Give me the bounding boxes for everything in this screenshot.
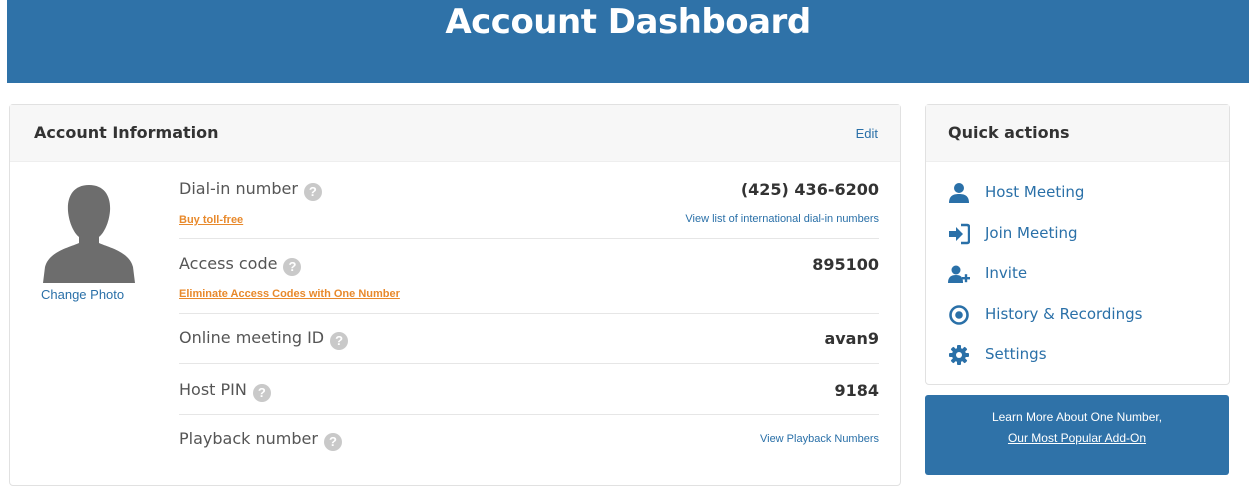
- page-title: Account Dashboard: [445, 2, 811, 42]
- host-pin-label: Host PIN?: [179, 380, 271, 402]
- online-meeting-id-label: Online meeting ID?: [179, 328, 349, 350]
- international-dial-in-link[interactable]: View list of international dial-in numbe…: [685, 213, 879, 225]
- add-user-icon: [948, 265, 970, 283]
- account-panel-header: Account Information Edit: [10, 105, 900, 162]
- help-icon[interactable]: ?: [330, 332, 349, 350]
- invite-action[interactable]: Invite: [948, 261, 1218, 287]
- join-meeting-action[interactable]: Join Meeting: [948, 221, 1218, 247]
- header-banner: Account Dashboard: [7, 0, 1249, 83]
- view-playback-numbers-link[interactable]: View Playback Numbers: [760, 433, 879, 445]
- dial-in-number-label: Dial-in number?: [179, 179, 322, 201]
- access-code-row: Access code? 895100 Eliminate Access Cod…: [179, 254, 879, 314]
- online-meeting-id-value: avan9: [824, 329, 879, 348]
- gear-icon: [949, 345, 969, 365]
- eliminate-access-codes-link[interactable]: Eliminate Access Codes with One Number: [179, 288, 400, 300]
- record-icon: [949, 305, 969, 325]
- host-pin-value: 9184: [834, 381, 879, 400]
- dial-in-number-value: (425) 436-6200: [740, 180, 879, 199]
- quick-actions-title: Quick actions: [948, 123, 1070, 142]
- host-meeting-action[interactable]: Host Meeting: [948, 180, 1218, 206]
- sign-in-icon: [949, 223, 970, 245]
- help-icon[interactable]: ?: [283, 258, 302, 276]
- settings-action[interactable]: Settings: [948, 342, 1218, 368]
- host-pin-row: Host PIN? 9184: [179, 380, 879, 415]
- buy-toll-free-link[interactable]: Buy toll-free: [179, 214, 243, 226]
- help-icon[interactable]: ?: [303, 183, 322, 201]
- access-code-value: 895100: [812, 255, 879, 274]
- person-icon: [949, 183, 969, 203]
- change-photo-link[interactable]: Change Photo: [41, 287, 124, 302]
- quick-actions-header: Quick actions: [926, 105, 1229, 162]
- account-panel-title: Account Information: [34, 123, 219, 142]
- playback-number-row: Playback number? View Playback Numbers: [179, 429, 879, 463]
- help-icon[interactable]: ?: [323, 433, 342, 451]
- invite-label: Invite: [985, 264, 1028, 282]
- promo-text: Learn More About One Number,: [991, 410, 1163, 424]
- playback-number-label: Playback number?: [179, 429, 342, 451]
- edit-link[interactable]: Edit: [856, 126, 878, 141]
- quick-actions-panel: Quick actions Host Meeting Join Meeting …: [925, 104, 1230, 385]
- host-meeting-label: Host Meeting: [985, 183, 1085, 201]
- history-recordings-action[interactable]: History & Recordings: [948, 302, 1218, 328]
- promo-link[interactable]: Our Most Popular Add-On: [925, 431, 1229, 445]
- one-number-promo-banner[interactable]: Learn More About One Number, Our Most Po…: [925, 395, 1229, 475]
- settings-label: Settings: [985, 345, 1047, 363]
- online-meeting-id-row: Online meeting ID? avan9: [179, 328, 879, 364]
- access-code-label: Access code?: [179, 254, 302, 276]
- account-information-panel: Account Information Edit Change Photo Di…: [9, 104, 901, 486]
- dial-in-number-row: Dial-in number? (425) 436-6200 Buy toll-…: [179, 179, 879, 239]
- avatar-placeholder-icon[interactable]: [43, 181, 135, 283]
- help-icon[interactable]: ?: [252, 384, 271, 402]
- join-meeting-label: Join Meeting: [985, 224, 1078, 242]
- history-recordings-label: History & Recordings: [985, 305, 1143, 323]
